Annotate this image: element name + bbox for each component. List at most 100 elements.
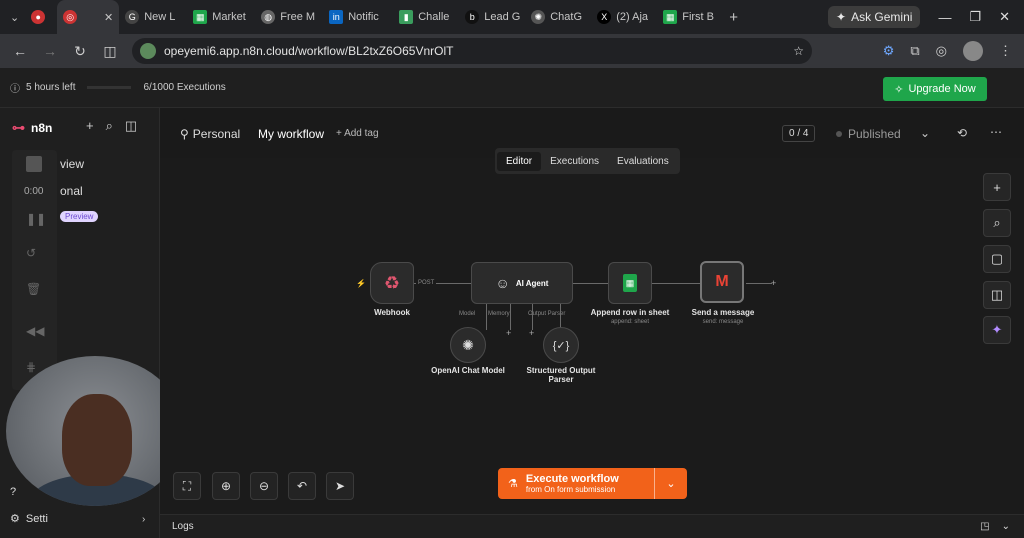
execute-dropdown[interactable]: ⌄ <box>654 468 687 499</box>
more-options-icon[interactable]: ⋯ <box>990 125 1002 139</box>
back-icon[interactable]: ← <box>12 43 28 59</box>
connection <box>510 304 511 330</box>
info-icon: ⓘ <box>10 84 20 95</box>
close-tab-icon[interactable]: ✕ <box>104 11 113 24</box>
ai-assistant-button[interactable]: ✦ <box>983 316 1011 344</box>
cursor-sparkle-icon: ➤ <box>334 479 346 493</box>
menu-dots-icon[interactable]: ⋮ <box>999 43 1012 59</box>
trial-time-left: 5 hours left <box>26 82 76 93</box>
chevron-down-icon[interactable]: ⌄ <box>1002 521 1010 532</box>
help-icon[interactable]: ? <box>10 486 16 498</box>
add-tool-icon[interactable]: + <box>529 328 534 338</box>
panel-toggle-button[interactable]: ◫ <box>983 281 1011 309</box>
node-google-sheets[interactable]: ▦ <box>608 262 652 304</box>
browser-tab[interactable]: ▮ Challe <box>393 0 459 34</box>
stop-record-button[interactable] <box>26 156 42 172</box>
bookmark-star-icon[interactable]: ☆ <box>793 44 804 58</box>
publish-status[interactable]: Published <box>836 127 901 141</box>
add-memory-icon[interactable]: + <box>506 328 511 338</box>
trash-icon[interactable]: 🗑 <box>26 282 41 296</box>
site-info-icon[interactable] <box>140 43 156 59</box>
browser-tab[interactable]: ◍ Free M <box>255 0 323 34</box>
browser-tab-bar: ⌄ ● ◎ ✕ G New L ▦ Market ◍ Free M in Notific … <box>0 0 1024 34</box>
execute-workflow-button[interactable]: ⚗ Execute workflow from On form submissi… <box>498 468 687 499</box>
rewind-icon[interactable]: ◀◀ <box>26 324 44 338</box>
browser-tab[interactable]: G New L <box>119 0 187 34</box>
zoom-in-button[interactable]: ⊕ <box>212 472 240 500</box>
project-breadcrumb[interactable]: ⚲ Personal <box>180 127 240 141</box>
tab-list-dropdown[interactable]: ⌄ <box>0 0 25 34</box>
chevron-right-icon[interactable]: › <box>142 514 145 525</box>
new-tab-button[interactable]: + <box>723 0 744 34</box>
node-gmail[interactable]: M <box>700 261 744 303</box>
node-openai-chat-model[interactable]: ✺ <box>450 327 486 363</box>
n8n-icon: ◎ <box>63 10 78 24</box>
add-icon[interactable]: + <box>86 118 94 134</box>
browser-tab[interactable]: ▦ Market <box>187 0 255 34</box>
chevron-down-icon[interactable]: ⌄ <box>920 126 930 140</box>
upgrade-now-button[interactable]: ✧ Upgrade Now <box>883 77 987 101</box>
browser-tab[interactable]: in Notific <box>323 0 393 34</box>
fit-view-button[interactable]: ⛶ <box>173 472 201 500</box>
sidebar-settings[interactable]: ⚙ Setti <box>10 512 48 526</box>
tab-editor[interactable]: Editor <box>497 151 542 171</box>
connection <box>746 283 772 284</box>
n8n-logo[interactable]: ⊶ n8n <box>12 120 52 136</box>
logs-panel-bar[interactable]: Logs ◳ ⌄ <box>160 514 1024 538</box>
undo-button[interactable]: ↶ <box>288 472 316 500</box>
reload-icon[interactable]: ↻ <box>72 43 88 60</box>
grid-icon[interactable]: ⋕ <box>26 360 36 374</box>
browser-tab[interactable]: ✺ ChatG <box>525 0 591 34</box>
active-counter: 0 / 4 <box>782 125 816 142</box>
extension-icon[interactable]: ⚙ <box>883 43 895 59</box>
collapse-sidebar-icon[interactable]: ◫ <box>125 118 137 134</box>
tab-executions[interactable]: Executions <box>541 152 608 171</box>
profile-avatar[interactable] <box>963 41 983 61</box>
recorder-toolbar: 0:00 ❚❚ ↺ 🗑 ◀◀ ⋕ <box>12 150 57 390</box>
node-structured-output-parser[interactable]: {✓} <box>543 327 579 363</box>
sheets-icon: ▦ <box>193 10 208 24</box>
browser-tab-active[interactable]: ◎ ✕ <box>57 0 120 34</box>
search-nodes-button[interactable]: ⌕ <box>983 209 1011 237</box>
tab-label: (2) Aja <box>616 11 649 23</box>
search-icon[interactable]: ⌕ <box>106 118 113 134</box>
expand-logs-icon[interactable]: ◳ <box>980 521 989 532</box>
tab-evaluations[interactable]: Evaluations <box>608 152 678 171</box>
zoom-out-button[interactable]: ⊖ <box>250 472 278 500</box>
browser-tab[interactable]: b Lead G <box>459 0 525 34</box>
zoom-in-icon: ⊕ <box>220 479 232 493</box>
node-webhook[interactable]: ♻ <box>370 262 414 304</box>
execute-main[interactable]: ⚗ Execute workflow from On form submissi… <box>498 473 654 494</box>
maximize-icon[interactable]: ❐ <box>969 9 981 25</box>
minimize-icon[interactable]: — <box>938 10 951 25</box>
workflow-name[interactable]: My workflow <box>258 127 324 141</box>
browser-tab[interactable]: ● <box>25 0 57 34</box>
close-window-icon[interactable]: ✕ <box>999 9 1010 25</box>
history-icon[interactable]: ⟲ <box>957 126 967 140</box>
screenshot-icon[interactable]: ◎ <box>936 43 947 59</box>
execute-sub: from On form submission <box>525 485 616 494</box>
browser-tab[interactable]: ▦ First B <box>657 0 723 34</box>
pause-icon[interactable]: ❚❚ <box>26 212 46 226</box>
url-input[interactable]: opeyemi6.app.n8n.cloud/workflow/BL2txZ6O… <box>132 38 812 64</box>
extensions-puzzle-icon[interactable]: ⧉ <box>910 43 919 59</box>
tidy-up-button[interactable]: ➤ <box>326 472 354 500</box>
sidebar-item-personal[interactable]: onal <box>60 184 83 198</box>
logo-text: n8n <box>31 121 53 135</box>
gemini-icon: G <box>125 10 140 24</box>
globe-icon: ◍ <box>261 10 276 24</box>
node-ai-agent[interactable]: ☺ AI Agent <box>471 262 573 304</box>
workflow-canvas[interactable] <box>160 158 1024 514</box>
browser-tab[interactable]: X (2) Aja <box>591 0 657 34</box>
sheets-icon: ▦ <box>623 274 637 292</box>
ask-gemini-button[interactable]: ✦ Ask Gemini <box>828 6 921 28</box>
restart-icon[interactable]: ↺ <box>26 246 36 260</box>
add-node-button[interactable]: + <box>983 173 1011 201</box>
sticky-note-button[interactable]: ▢ <box>983 245 1011 273</box>
split-view-icon[interactable]: ◫ <box>102 43 118 60</box>
add-next-node-icon[interactable]: + <box>771 278 776 288</box>
forward-icon[interactable]: → <box>42 43 58 59</box>
sidebar-item-overview[interactable]: view <box>60 157 84 171</box>
add-tag-button[interactable]: + Add tag <box>336 128 379 139</box>
executions-count: 6/1000 Executions <box>143 82 226 93</box>
